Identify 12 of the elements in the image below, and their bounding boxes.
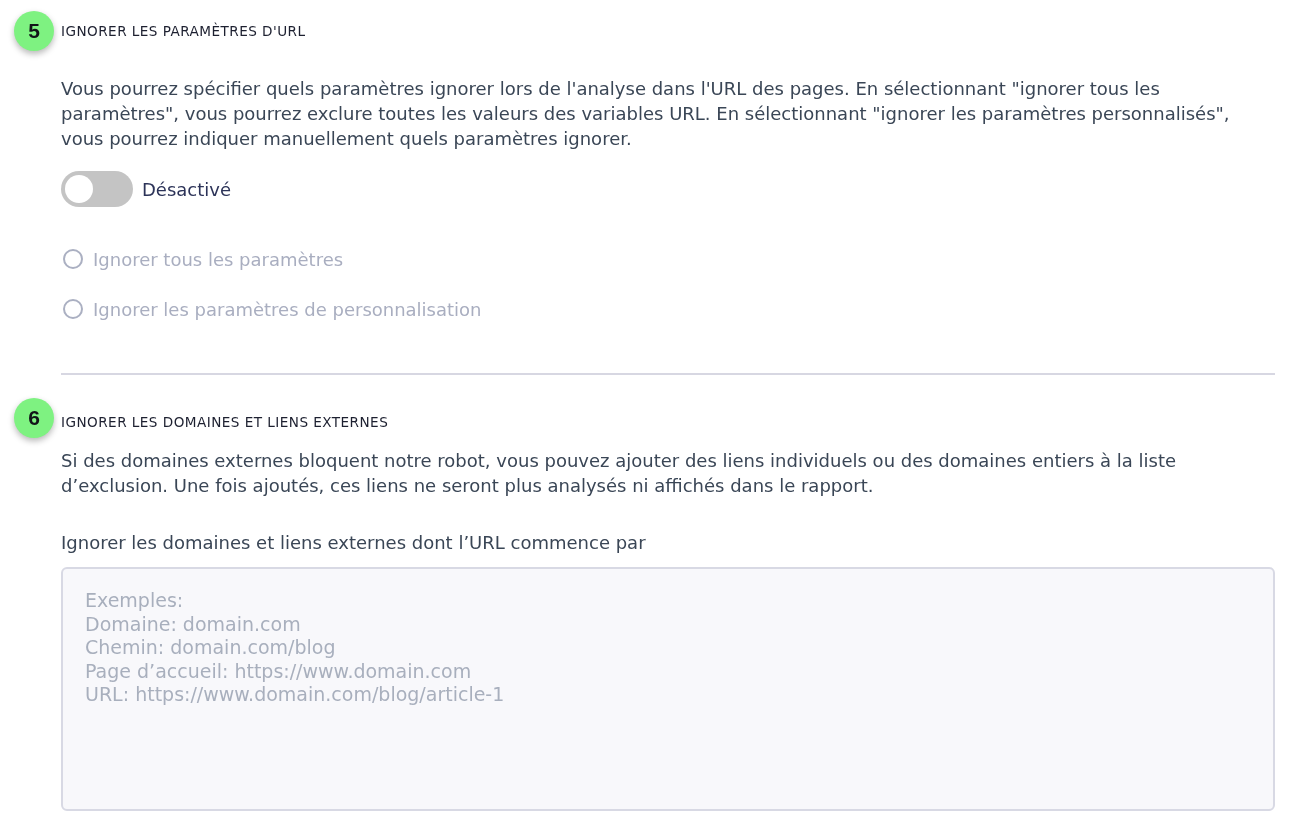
- step-number-badge: 5: [14, 11, 54, 51]
- field-label: Ignorer les domaines et liens externes dont l’URL commence par: [61, 531, 647, 555]
- section-title: IGNORER LES DOMAINES ET LIENS EXTERNES: [61, 413, 389, 431]
- toggle-label: Désactivé: [142, 178, 232, 200]
- option-label: Ignorer les paramètres de personnalisation: [93, 298, 482, 320]
- section-description: Vous pourrez spécifier quels paramètres ignorer lors de l'analyse dans l'URL des pages. En sélectionnant "ignorer tous les paramètres", vous pourrez exclure toutes les valeurs des variables URL. En sélectionnant "ignorer les paramètres personnalisés", vous pourrez indiquer manuellement quels paramètres ignorer.: [61, 77, 1231, 151]
- step-number-badge: 6: [14, 398, 54, 438]
- text-area-field[interactable]: Exemples: Domaine: domain.com Chemin: domain.com/blog Page d’accueil: https://www.domain.com URL: https://www.domain.com/blog/article-1: [61, 567, 1275, 811]
- section-description: Si des domaines externes bloquent notre robot, vous pouvez ajouter des liens individuels ou des domaines entiers à la liste d’exclusion. Une fois ajoutés, ces liens ne seront plus analysés ni affichés dans le rapport.: [61, 449, 1178, 498]
- toggle-switch[interactable]: [61, 171, 133, 207]
- option-label: Ignorer tous les paramètres: [93, 248, 344, 270]
- section-title: IGNORER LES PARAMÈTRES D'URL: [61, 22, 306, 40]
